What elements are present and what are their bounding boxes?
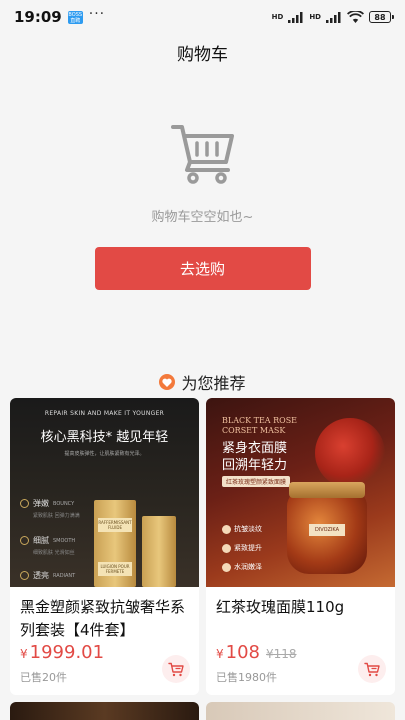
hd-icon-2: HD (309, 12, 321, 21)
image-feature: 水润嫩泽 (222, 562, 262, 572)
product-image[interactable] (10, 702, 199, 720)
product-card[interactable]: BLACK TEA ROSE CORSET MASK 紧身衣面膜 回溯年轻力 红… (206, 398, 395, 695)
product-card[interactable] (206, 702, 395, 720)
product-jar-lid (289, 482, 365, 498)
product-name[interactable]: 黑金塑颜紧致抗皱奢华系列套装【4件套】 (10, 587, 199, 642)
battery-icon: 88 (369, 11, 394, 23)
image-badge: 红茶玫瑰塑颜紧致面膜 (222, 476, 291, 487)
image-feature: 细腻 SMOOTH (20, 535, 75, 546)
price-row: ¥108 ¥118 (216, 642, 297, 663)
image-feature: 透亮 RADIANT (20, 570, 75, 581)
product-jar-label: DIVOZIKA (309, 524, 345, 536)
price-row: ¥1999.01 (20, 642, 104, 663)
signal-icon (288, 11, 303, 23)
cart-icon (364, 662, 380, 676)
product-grid: REPAIR SKIN AND MAKE IT YOUNGER 核心黑科技* 越… (10, 398, 395, 720)
product-bottle-2 (142, 516, 176, 587)
product-card[interactable] (10, 702, 199, 720)
product-image[interactable] (206, 702, 395, 720)
product-price: ¥108 (216, 642, 260, 663)
sold-count: 已售20件 (20, 671, 67, 684)
cart-icon (168, 662, 184, 676)
original-price: ¥118 (266, 647, 297, 661)
image-feature-sub: 紧致肌肤 回弹力满满 (33, 513, 80, 519)
heart-icon (159, 374, 176, 390)
page-header: 购物车 (0, 34, 405, 70)
image-feature: 紧致提升 (222, 543, 262, 553)
recommend-title: 为您推荐 (181, 374, 246, 393)
image-subline: 提高皮肤弹性，让肌肤紧致有光泽。 (64, 451, 145, 457)
cart-icon (170, 125, 234, 184)
product-bottle: RAFFERMISSANT FLUIDE LUIGION POUR FERMET… (94, 500, 136, 587)
sold-count: 已售1980件 (216, 671, 277, 684)
status-bar: 19:09 BOSS 直聘 ··· HD HD 88 (0, 0, 405, 34)
recommend-header: 为您推荐 (0, 370, 405, 394)
product-card[interactable]: REPAIR SKIN AND MAKE IT YOUNGER 核心黑科技* 越… (10, 398, 199, 695)
product-name[interactable]: 红茶玫瑰面膜110g (206, 587, 395, 642)
empty-cart-state: 购物车空空如也~ 去选购 (0, 70, 405, 290)
wifi-icon (347, 11, 364, 23)
more-notifications-icon: ··· (88, 6, 106, 22)
hd-icon: HD (271, 12, 284, 21)
product-price: ¥1999.01 (20, 642, 105, 663)
app-notification-icon: BOSS 直聘 (67, 10, 83, 24)
image-feature-sub: 细致肌肤 光滑如丝 (33, 550, 75, 556)
image-headline: 核心黑科技* 越见年轻 (40, 430, 169, 445)
image-tagline: BLACK TEA ROSE CORSET MASK (222, 416, 298, 435)
add-to-cart-button[interactable] (358, 655, 386, 683)
empty-cart-message: 购物车空空如也~ (151, 210, 254, 225)
product-image[interactable]: REPAIR SKIN AND MAKE IT YOUNGER 核心黑科技* 越… (10, 398, 199, 587)
product-image[interactable]: BLACK TEA ROSE CORSET MASK 紧身衣面膜 回溯年轻力 红… (206, 398, 395, 587)
rose-decoration (315, 418, 385, 488)
image-headline: 紧身衣面膜 回溯年轻力 (222, 441, 288, 473)
signal-icon-2 (326, 11, 341, 23)
image-feature: 抗皱淡纹 (222, 524, 262, 534)
image-feature: 弹嫩 BOUNCY (20, 498, 74, 509)
image-tagline: REPAIR SKIN AND MAKE IT YOUNGER (44, 410, 165, 417)
page-title: 购物车 (177, 44, 228, 65)
add-to-cart-button[interactable] (162, 655, 190, 683)
status-time: 19:09 (14, 8, 62, 26)
go-shopping-button[interactable]: 去选购 (94, 247, 311, 290)
